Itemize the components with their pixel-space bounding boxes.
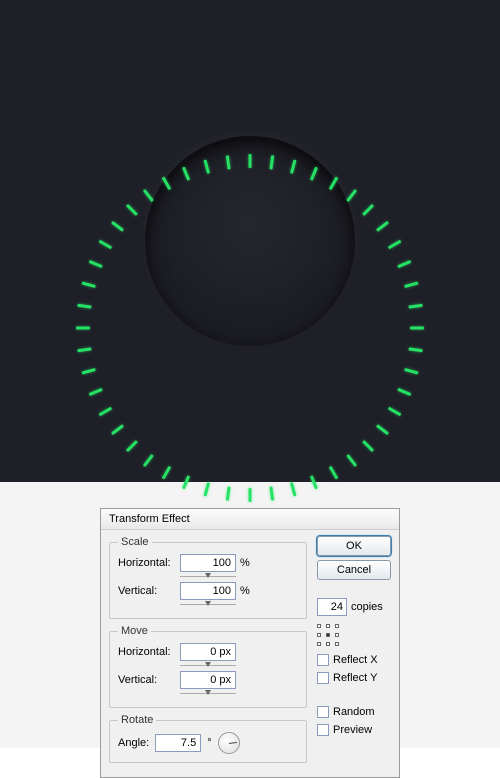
scale-v-input[interactable] xyxy=(180,582,236,600)
cancel-button[interactable]: Cancel xyxy=(317,560,391,580)
angle-dial-icon[interactable] xyxy=(218,732,240,754)
reflect-y-label: Reflect Y xyxy=(333,672,377,684)
preview-label: Preview xyxy=(333,724,372,736)
random-label: Random xyxy=(333,706,375,718)
reflect-y-checkbox[interactable] xyxy=(317,672,329,684)
dial-ticks xyxy=(145,136,355,346)
scale-v-unit: % xyxy=(240,585,256,597)
scale-group: Scale Horizontal: % Vertical: % xyxy=(109,536,307,619)
random-checkbox[interactable] xyxy=(317,706,329,718)
move-v-label: Vertical: xyxy=(118,674,176,686)
dialog-title: Transform Effect xyxy=(101,509,399,530)
reference-point-grid[interactable] xyxy=(317,624,339,646)
move-legend: Move xyxy=(118,625,151,637)
angle-label: Angle: xyxy=(118,737,149,749)
scale-legend: Scale xyxy=(118,536,152,548)
move-v-input[interactable] xyxy=(180,671,236,689)
ok-button[interactable]: OK xyxy=(317,536,391,556)
angle-input[interactable] xyxy=(155,734,201,752)
copies-label: copies xyxy=(351,601,383,613)
scale-h-input[interactable] xyxy=(180,554,236,572)
angle-unit: ° xyxy=(207,737,211,749)
reflect-x-label: Reflect X xyxy=(333,654,378,666)
scale-h-slider[interactable] xyxy=(180,576,236,580)
copies-input[interactable] xyxy=(317,598,347,616)
scale-v-slider[interactable] xyxy=(180,604,236,608)
rotate-legend: Rotate xyxy=(118,714,156,726)
move-group: Move Horizontal: Vertical: xyxy=(109,625,307,708)
dialog-area: Transform Effect Scale Horizontal: % Ver… xyxy=(0,506,500,748)
scale-h-unit: % xyxy=(240,557,256,569)
dial-control xyxy=(145,136,355,346)
scale-h-label: Horizontal: xyxy=(118,557,176,569)
move-h-slider[interactable] xyxy=(180,665,236,669)
scale-v-label: Vertical: xyxy=(118,585,176,597)
transform-effect-dialog: Transform Effect Scale Horizontal: % Ver… xyxy=(100,508,400,778)
rotate-group: Rotate Angle: ° xyxy=(109,714,307,763)
reflect-x-checkbox[interactable] xyxy=(317,654,329,666)
move-v-slider[interactable] xyxy=(180,693,236,697)
move-h-input[interactable] xyxy=(180,643,236,661)
move-h-label: Horizontal: xyxy=(118,646,176,658)
preview-checkbox[interactable] xyxy=(317,724,329,736)
copies-row: copies xyxy=(317,598,391,616)
artboard xyxy=(0,0,500,482)
